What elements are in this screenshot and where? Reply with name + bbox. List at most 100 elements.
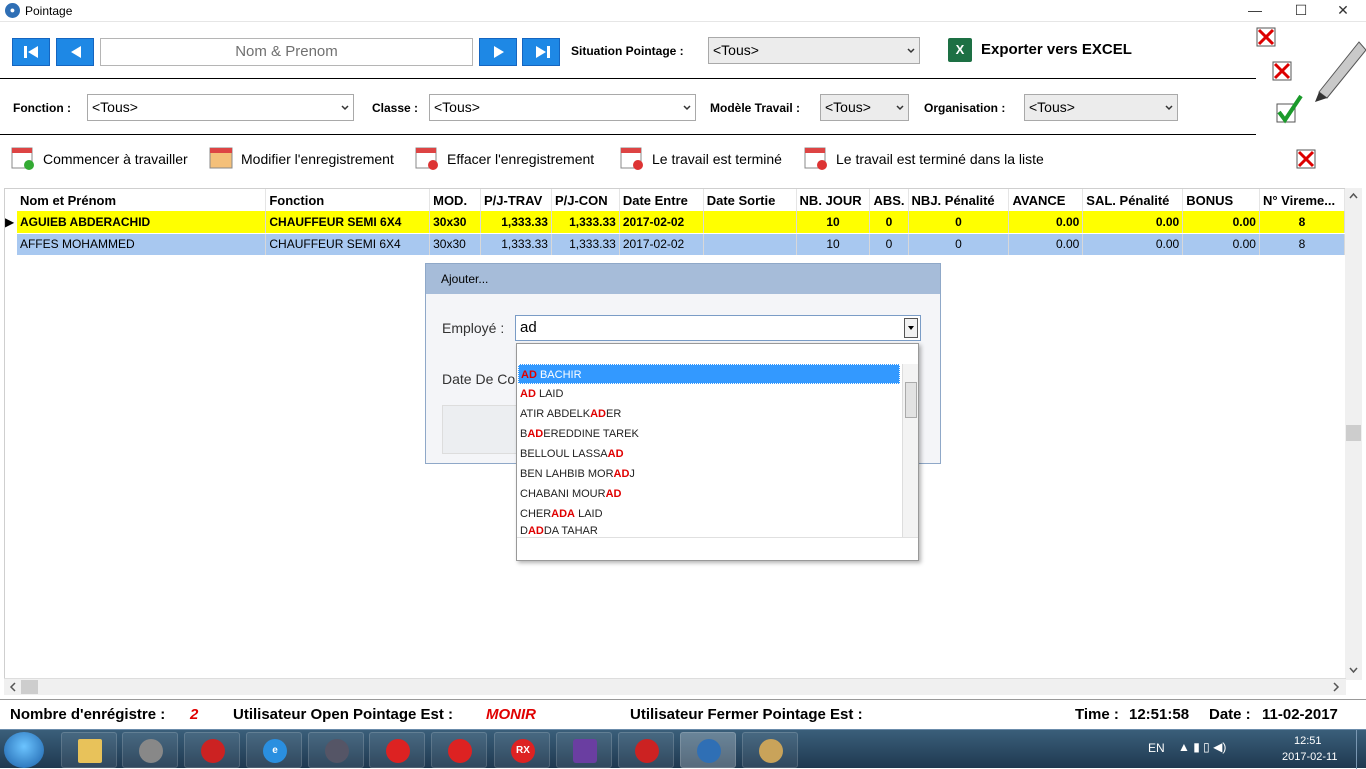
last-record-button[interactable] bbox=[522, 38, 560, 66]
grid-vertical-scrollbar[interactable] bbox=[1345, 188, 1362, 680]
row-header-cell bbox=[5, 189, 17, 211]
media-player-icon-2[interactable] bbox=[618, 732, 674, 768]
col-header[interactable]: AVANCE bbox=[1008, 189, 1084, 211]
bank-icon[interactable] bbox=[369, 732, 425, 768]
cell-virement[interactable]: 8 bbox=[1259, 211, 1346, 234]
list-item[interactable]: BEN LAHBIB MORADJ bbox=[518, 464, 900, 484]
window-title: Pointage bbox=[25, 4, 73, 18]
classe-select[interactable]: <Tous> bbox=[429, 94, 696, 121]
col-header[interactable]: Fonction bbox=[265, 189, 431, 211]
divider bbox=[0, 134, 1256, 135]
table-row[interactable]: ▶ AGUIEB ABDERACHID CHAUFFEUR SEMI 6X4 3… bbox=[5, 211, 1346, 234]
col-header[interactable]: Date Sortie bbox=[703, 189, 797, 211]
cell-pj-trav[interactable]: 1,333.33 bbox=[480, 211, 552, 234]
list-item[interactable]: BELLOUL LASSAAD bbox=[518, 444, 900, 464]
cell-fonction[interactable]: CHAUFFEUR SEMI 6X4 bbox=[265, 233, 431, 256]
cell-bonus[interactable]: 0.00 bbox=[1182, 211, 1260, 234]
language-indicator[interactable]: EN bbox=[1148, 741, 1165, 755]
close-button[interactable]: ✕ bbox=[1320, 0, 1366, 22]
cell-bonus[interactable]: 0.00 bbox=[1182, 233, 1260, 256]
system-tray-icons[interactable]: ▲ ▮ ▯ ◀) bbox=[1178, 740, 1268, 758]
employe-dropdown-button[interactable] bbox=[904, 318, 918, 338]
col-header[interactable]: Nom et Prénom bbox=[16, 189, 267, 211]
situation-value: <Tous> bbox=[713, 42, 759, 58]
file-explorer-icon[interactable] bbox=[61, 732, 117, 768]
cell-fonction[interactable]: CHAUFFEUR SEMI 6X4 bbox=[265, 211, 431, 234]
cell-mod[interactable]: 30x30 bbox=[429, 211, 481, 234]
situation-select[interactable]: <Tous> bbox=[708, 37, 920, 64]
name-search-field[interactable]: Nom & Prenom bbox=[100, 38, 473, 66]
list-item[interactable]: ATIR ABDELKADER bbox=[518, 404, 900, 424]
cell-avance[interactable]: 0.00 bbox=[1008, 211, 1084, 234]
cell-date-sortie[interactable] bbox=[703, 211, 797, 234]
clock-time[interactable]: 12:51 bbox=[1294, 735, 1322, 747]
cell-nb-jour[interactable]: 10 bbox=[796, 233, 871, 256]
rx-icon[interactable]: RX bbox=[494, 732, 550, 768]
cell-pj-trav[interactable]: 1,333.33 bbox=[480, 233, 552, 256]
col-header[interactable]: P/J-CON bbox=[551, 189, 620, 211]
col-header[interactable]: P/J-TRAV bbox=[480, 189, 552, 211]
close-user-label: Utilisateur Fermer Pointage Est : bbox=[630, 706, 863, 723]
suggestions-scrollbar[interactable] bbox=[902, 364, 918, 537]
chevron-down-icon bbox=[1165, 105, 1173, 111]
modele-value: <Tous> bbox=[825, 99, 871, 115]
cell-abs[interactable]: 0 bbox=[869, 211, 909, 234]
col-header[interactable]: NB. JOUR bbox=[796, 189, 871, 211]
list-item[interactable]: BADEREDDINE TAREK bbox=[518, 424, 900, 444]
list-item[interactable]: CHABANI MOURAD bbox=[518, 484, 900, 504]
cell-abs[interactable]: 0 bbox=[869, 233, 909, 256]
col-header[interactable]: NBJ. Pénalité bbox=[908, 189, 1010, 211]
cell-sal-penalite[interactable]: 0.00 bbox=[1082, 211, 1184, 234]
scrollbar-thumb[interactable] bbox=[905, 382, 917, 418]
start-button[interactable] bbox=[4, 732, 44, 768]
list-item[interactable]: AD LAID bbox=[518, 384, 900, 404]
cell-mod[interactable]: 30x30 bbox=[429, 233, 481, 256]
next-record-button[interactable] bbox=[479, 38, 517, 66]
media-player-icon[interactable] bbox=[184, 732, 240, 768]
users-icon[interactable] bbox=[680, 732, 736, 768]
cell-name[interactable]: AFFES MOHAMMED bbox=[16, 233, 267, 256]
col-header[interactable]: MOD. bbox=[429, 189, 481, 211]
dialog-button[interactable] bbox=[442, 405, 522, 454]
cell-avance[interactable]: 0.00 bbox=[1008, 233, 1084, 256]
previous-record-button[interactable] bbox=[56, 38, 94, 66]
col-header[interactable]: BONUS bbox=[1182, 189, 1260, 211]
organisation-select[interactable]: <Tous> bbox=[1024, 94, 1178, 121]
tools-icon[interactable] bbox=[308, 732, 364, 768]
employe-combo-input[interactable]: ad bbox=[515, 315, 921, 341]
resize-grip[interactable] bbox=[517, 537, 918, 560]
col-header[interactable]: ABS. bbox=[869, 189, 909, 211]
grid-horizontal-scrollbar[interactable] bbox=[4, 678, 1346, 695]
cell-nbj-penalite[interactable]: 0 bbox=[908, 211, 1010, 234]
cell-sal-penalite[interactable]: 0.00 bbox=[1082, 233, 1184, 256]
cell-pj-con[interactable]: 1,333.33 bbox=[551, 211, 620, 234]
cell-name[interactable]: AGUIEB ABDERACHID bbox=[16, 211, 267, 234]
internet-explorer-icon[interactable]: e bbox=[246, 732, 302, 768]
fonction-select[interactable]: <Tous> bbox=[87, 94, 354, 121]
minimize-button[interactable]: — bbox=[1232, 0, 1278, 22]
col-header[interactable]: Date Entre bbox=[619, 189, 704, 211]
clock-date[interactable]: 2017-02-11 bbox=[1282, 751, 1337, 763]
cell-virement[interactable]: 8 bbox=[1259, 233, 1346, 256]
cell-nbj-penalite[interactable]: 0 bbox=[908, 233, 1010, 256]
list-item[interactable]: DADDA TAHAR bbox=[518, 524, 900, 537]
maximize-button[interactable]: ☐ bbox=[1278, 0, 1324, 22]
list-item[interactable]: CHERADA LAID bbox=[518, 504, 900, 524]
cell-date-entre[interactable]: 2017-02-02 bbox=[619, 233, 704, 256]
modele-select[interactable]: <Tous> bbox=[820, 94, 909, 121]
table-row[interactable]: AFFES MOHAMMED CHAUFFEUR SEMI 6X4 30x30 … bbox=[5, 233, 1346, 256]
bank-icon-2[interactable] bbox=[431, 732, 487, 768]
first-record-button[interactable] bbox=[12, 38, 50, 66]
cell-date-entre[interactable]: 2017-02-02 bbox=[619, 211, 704, 234]
list-item[interactable]: AD BACHIR bbox=[518, 364, 900, 384]
show-desktop-button[interactable] bbox=[1356, 730, 1366, 769]
paint-icon[interactable] bbox=[122, 732, 178, 768]
cell-date-sortie[interactable] bbox=[703, 233, 797, 256]
cell-nb-jour[interactable]: 10 bbox=[796, 211, 871, 234]
visual-studio-icon[interactable] bbox=[556, 732, 612, 768]
col-header[interactable]: N° Vireme... bbox=[1259, 189, 1346, 211]
col-header[interactable]: SAL. Pénalité bbox=[1082, 189, 1184, 211]
paint-palette-icon[interactable] bbox=[742, 732, 798, 768]
chevron-down-icon bbox=[683, 105, 691, 111]
cell-pj-con[interactable]: 1,333.33 bbox=[551, 233, 620, 256]
